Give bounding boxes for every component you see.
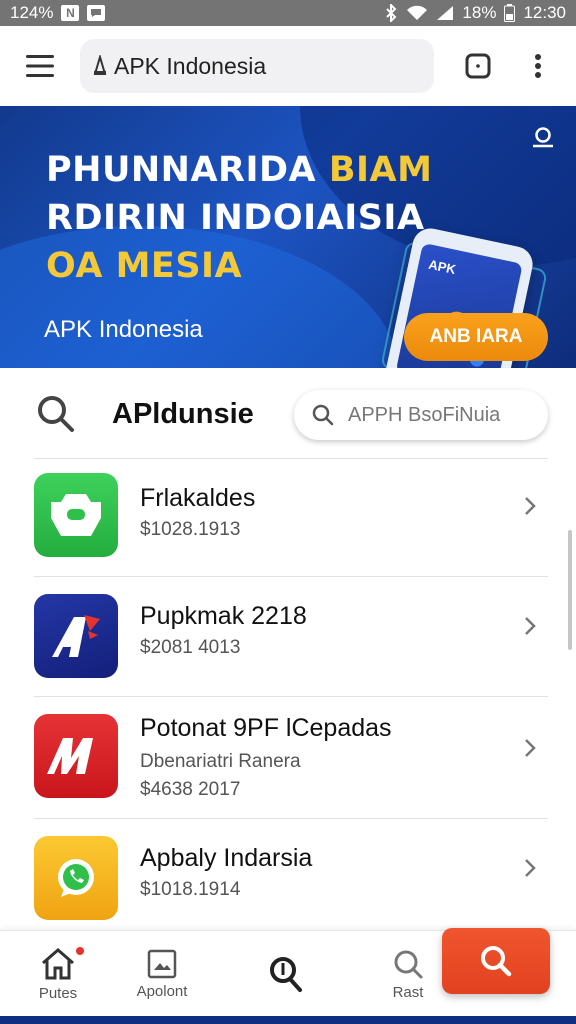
banner-cta-button[interactable]: ANB IARA	[404, 313, 548, 361]
home-icon	[42, 947, 74, 979]
status-bar: 124% N 18% 12:30	[0, 0, 576, 26]
search-row: APldunsie	[0, 370, 576, 458]
banner-line3: OA MESIA	[46, 246, 243, 286]
notification-dot	[76, 947, 84, 955]
search-button[interactable]	[0, 370, 112, 458]
banner-line1-highlight: BIAM	[328, 150, 433, 190]
gallery-icon	[147, 949, 177, 978]
search-icon	[481, 946, 512, 977]
menu-button[interactable]	[0, 26, 80, 106]
app-title: Frlakaldes	[140, 484, 256, 512]
menu-icon	[26, 55, 54, 77]
list-item[interactable]: Pupkmak 2218 $2081 4013	[0, 576, 576, 696]
phone-title: APK	[427, 256, 458, 278]
battery-percent: 18%	[462, 3, 497, 22]
nav-item-home[interactable]: Putes	[8, 931, 108, 1017]
search-icon	[312, 404, 334, 426]
wifi-icon	[406, 5, 428, 21]
app-title: Apbaly Indarsia	[140, 844, 313, 872]
app-price: $2081 4013	[140, 637, 241, 658]
bluetooth-icon	[384, 4, 398, 22]
tabs-icon	[465, 53, 491, 79]
search-field[interactable]	[294, 390, 548, 440]
list-item[interactable]: Frlakaldes $1028.1913	[0, 458, 576, 576]
scrollbar[interactable]	[568, 530, 572, 650]
app-bar: APK Indonesia	[0, 26, 576, 106]
list-item[interactable]: Apbaly Indarsia $1018.1914	[0, 818, 576, 930]
chevron-right-icon	[518, 736, 542, 760]
profile-icon[interactable]	[530, 126, 556, 153]
clock: 12:30	[523, 3, 566, 22]
banner-subtitle: APK Indonesia	[44, 316, 203, 343]
status-left-text: 124%	[10, 3, 54, 22]
banner-line2: RDIRIN INDOIAISIA	[46, 198, 425, 238]
app-price: $1028.1913	[140, 519, 241, 540]
signal-icon	[436, 5, 454, 21]
search-input[interactable]	[348, 403, 528, 427]
message-icon	[87, 5, 106, 21]
notification-icon: N	[61, 5, 80, 21]
chevron-right-icon	[518, 494, 542, 518]
search-fab[interactable]	[442, 928, 550, 994]
chevron-right-icon	[518, 614, 542, 638]
app-icon-m	[34, 714, 118, 798]
more-vert-icon	[535, 54, 541, 78]
lock-icon	[93, 55, 107, 75]
app-icon-whatsapp	[34, 836, 118, 920]
app-subtitle: Dbenariatri Ranera	[140, 751, 301, 772]
battery-icon	[504, 4, 516, 22]
search-icon	[394, 950, 423, 978]
url-bar[interactable]: APK Indonesia	[80, 39, 434, 93]
banner-title: PHUNNARIDA BIAM RDIRIN INDOIAISIA OA MES…	[46, 146, 432, 290]
tabs-button[interactable]	[438, 26, 518, 106]
app-title: Pupkmak 2218	[140, 602, 307, 630]
chevron-right-icon	[518, 856, 542, 880]
app-title: Potonat 9PF lCepadas	[140, 714, 392, 742]
nav-label: Putes	[38, 984, 78, 1002]
app-price: $1018.1914	[140, 879, 241, 900]
more-options-button[interactable]	[518, 26, 558, 106]
app-icon-chat	[34, 473, 118, 557]
search-icon	[270, 957, 302, 992]
nav-label: Rast	[392, 983, 424, 1001]
banner-line1: PHUNNARIDA	[46, 150, 329, 190]
bottom-strip	[0, 1016, 576, 1024]
search-icon	[38, 396, 74, 432]
app-icon-a	[34, 594, 118, 678]
app-price: $4638 2017	[140, 779, 241, 800]
list-item[interactable]: Potonat 9PF lCepadas Dbenariatri Ranera …	[0, 696, 576, 818]
nav-label: Apolont	[136, 982, 188, 1000]
nav-item-apps[interactable]: Apolont	[112, 931, 212, 1017]
url-text: APK Indonesia	[114, 52, 267, 79]
promo-banner[interactable]: PHUNNARIDA BIAM RDIRIN INDOIAISIA OA MES…	[0, 106, 576, 368]
section-title: APldunsie	[112, 397, 254, 430]
nav-item-search[interactable]	[236, 931, 336, 1017]
